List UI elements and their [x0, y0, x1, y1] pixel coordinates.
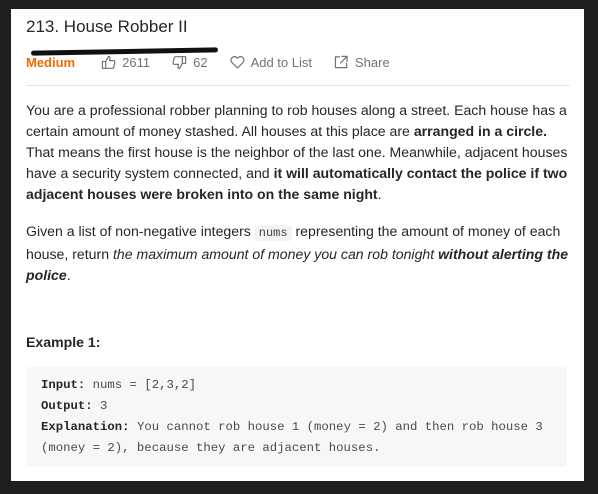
example-1-title: Example 1: — [26, 334, 101, 350]
likes-count: 2611 — [122, 54, 151, 70]
like-button[interactable]: 2611 — [101, 55, 150, 70]
share-icon — [334, 55, 348, 69]
p1-text-3: . — [377, 186, 382, 202]
description-paragraph-2: Given a list of non-negative integers nu… — [26, 221, 576, 286]
explanation-label: Explanation: — [41, 420, 130, 434]
difficulty-badge: Medium — [26, 54, 76, 70]
header-divider — [26, 85, 570, 86]
p2-text-1: Given a list of non-negative integers — [26, 223, 255, 239]
dislikes-count: 62 — [193, 54, 208, 70]
heart-icon — [229, 56, 245, 69]
share-button[interactable]: Share — [334, 55, 390, 70]
p2-text-3: . — [66, 267, 71, 283]
title-wrap: 213. House Robber II — [26, 17, 219, 56]
description-paragraph-1: You are a professional robber planning t… — [26, 100, 576, 205]
input-label: Input: — [41, 378, 86, 392]
output-value: 3 — [92, 399, 108, 413]
problem-title: 213. House Robber II — [26, 17, 188, 36]
thumbs-up-icon — [101, 55, 116, 69]
input-value: nums = [2,3,2] — [85, 378, 196, 392]
example-input-line: Input: nums = [2,3,2] — [41, 375, 552, 396]
nums-code: nums — [254, 225, 292, 241]
p2-italic-1: the maximum amount of money you can rob … — [112, 246, 439, 262]
problem-meta-bar: Medium 2611 62 Add to List Share — [26, 53, 412, 71]
example-explanation-line: Explanation: You cannot rob house 1 (mon… — [41, 417, 552, 459]
dislike-button[interactable]: 62 — [172, 54, 208, 70]
share-label: Share — [355, 54, 390, 70]
example-1-box: Input: nums = [2,3,2] Output: 3 Explanat… — [26, 367, 567, 467]
output-label: Output: — [41, 399, 93, 413]
problem-panel: 213. House Robber II Medium 2611 62 Add … — [11, 9, 584, 481]
p1-bold-1: arranged in a circle. — [413, 123, 547, 139]
thumbs-down-icon — [172, 55, 187, 69]
add-to-list-label: Add to List — [250, 54, 312, 70]
problem-description: You are a professional robber planning t… — [26, 100, 576, 467]
example-output-line: Output: 3 — [41, 396, 552, 417]
add-to-list-button[interactable]: Add to List — [229, 54, 312, 70]
